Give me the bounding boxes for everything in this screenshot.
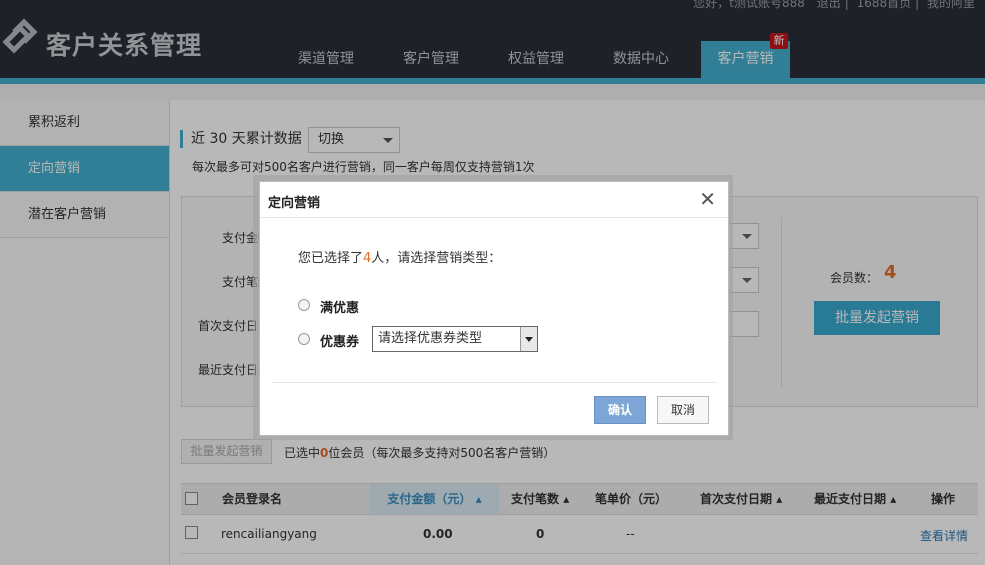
option-coupon-label[interactable]: 优惠券 — [320, 331, 359, 350]
dropdown-arrow-icon — [520, 327, 537, 351]
dialog-header: 定向营销 ✕ — [260, 182, 728, 218]
coupon-type-select[interactable]: 请选择优惠券类型 — [372, 326, 538, 352]
dialog-message: 您已选择了4人，请选择营销类型： — [298, 251, 502, 266]
cancel-button[interactable]: 取消 — [657, 396, 709, 424]
targeted-marketing-dialog: 定向营销 ✕ 您已选择了4人，请选择营销类型： 满优惠 优惠券 请选择优惠券类型… — [259, 181, 729, 436]
close-icon[interactable]: ✕ — [699, 188, 716, 210]
radio-full-discount[interactable] — [298, 299, 310, 311]
radio-coupon[interactable] — [298, 333, 310, 345]
dialog-title: 定向营销 — [268, 196, 321, 211]
dialog-divider — [272, 382, 717, 383]
option-full-discount-label[interactable]: 满优惠 — [320, 297, 359, 316]
confirm-button[interactable]: 确认 — [594, 396, 646, 424]
